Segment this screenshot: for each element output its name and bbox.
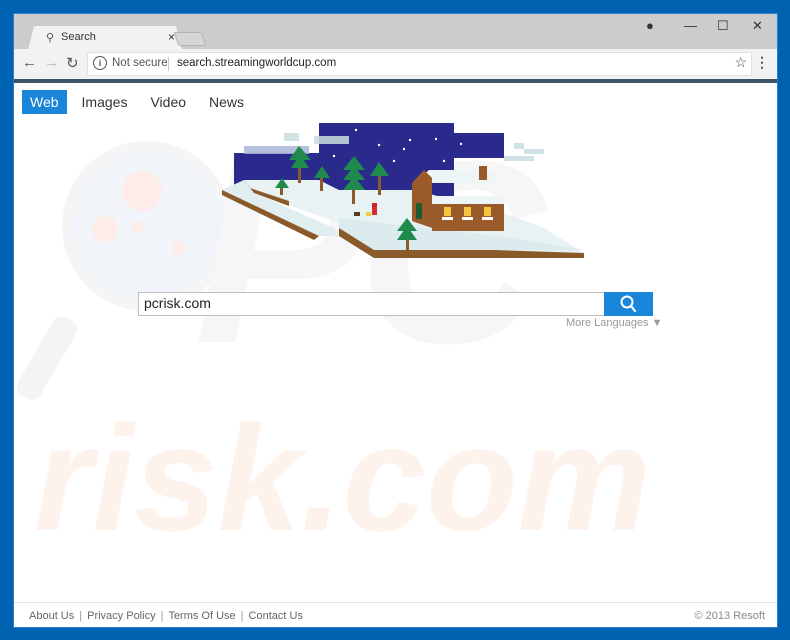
address-bar[interactable]: i Not secure search.streamingworldcup.co… bbox=[87, 52, 752, 76]
browser-menu-icon[interactable]: ⋮ bbox=[755, 54, 769, 71]
minimize-button[interactable]: — bbox=[684, 18, 697, 33]
watermark-dot bbox=[172, 241, 186, 255]
search-button[interactable] bbox=[604, 292, 653, 316]
footer: About Us | Privacy Policy | Terms Of Use | Con… bbox=[14, 602, 777, 627]
maximize-button[interactable]: ☐ bbox=[717, 18, 729, 34]
browser-tab[interactable]: ⚲ Search × bbox=[28, 26, 182, 50]
address-divider bbox=[168, 57, 169, 71]
info-icon[interactable]: i bbox=[93, 56, 107, 70]
watermark-risk-text: risk.com bbox=[34, 394, 651, 562]
watermark-dot bbox=[132, 221, 144, 233]
close-window-button[interactable]: ✕ bbox=[752, 18, 763, 34]
privacy-policy-link[interactable]: Privacy Policy bbox=[87, 610, 155, 622]
about-us-link[interactable]: About Us bbox=[29, 610, 74, 622]
footer-separator: | bbox=[240, 610, 244, 622]
search-icon: ⚲ bbox=[46, 32, 55, 44]
footer-links: About Us | Privacy Policy | Terms Of Use | Con… bbox=[29, 610, 303, 622]
tab-images[interactable]: Images bbox=[74, 90, 136, 114]
title-bar: ⚲ Search × ● — ☐ ✕ bbox=[14, 14, 777, 50]
more-languages-dropdown[interactable]: More Languages ▼ bbox=[566, 317, 663, 329]
footer-separator: | bbox=[160, 610, 164, 622]
profile-icon[interactable]: ● bbox=[646, 18, 654, 33]
security-label[interactable]: Not secure bbox=[112, 57, 168, 69]
house bbox=[412, 166, 504, 231]
copyright-text: © 2013 Resoft bbox=[694, 610, 765, 622]
browser-toolbar: ← → ↻ i Not secure search.streamingworld… bbox=[14, 49, 777, 83]
tab-web[interactable]: Web bbox=[22, 90, 67, 114]
tab-title: Search bbox=[61, 31, 96, 43]
watermark-dot bbox=[92, 216, 118, 242]
footer-separator: | bbox=[79, 610, 83, 622]
url-text[interactable]: search.streamingworldcup.com bbox=[177, 57, 336, 69]
search-icon bbox=[620, 295, 637, 313]
search-input[interactable] bbox=[138, 292, 610, 314]
bookmark-star-icon[interactable]: ☆ bbox=[734, 54, 747, 71]
search-type-tabs: Web Images Video News bbox=[22, 90, 259, 114]
contact-us-link[interactable]: Contact Us bbox=[249, 610, 303, 622]
back-button[interactable]: ← bbox=[22, 54, 37, 71]
watermark-dot bbox=[122, 171, 162, 211]
tab-video[interactable]: Video bbox=[142, 90, 194, 114]
new-tab-button[interactable] bbox=[173, 32, 207, 46]
winter-scene-illustration bbox=[222, 123, 584, 258]
browser-window: ⚲ Search × ● — ☐ ✕ ← → ↻ i Not secure se… bbox=[14, 14, 777, 627]
reload-button[interactable]: ↻ bbox=[66, 54, 79, 72]
watermark-handle bbox=[14, 312, 81, 404]
tab-news[interactable]: News bbox=[201, 90, 252, 114]
forward-button[interactable]: → bbox=[44, 54, 59, 71]
terms-of-use-link[interactable]: Terms Of Use bbox=[168, 610, 235, 622]
page-content: PC risk.com Web Images Video News pcrisk… bbox=[14, 83, 777, 627]
